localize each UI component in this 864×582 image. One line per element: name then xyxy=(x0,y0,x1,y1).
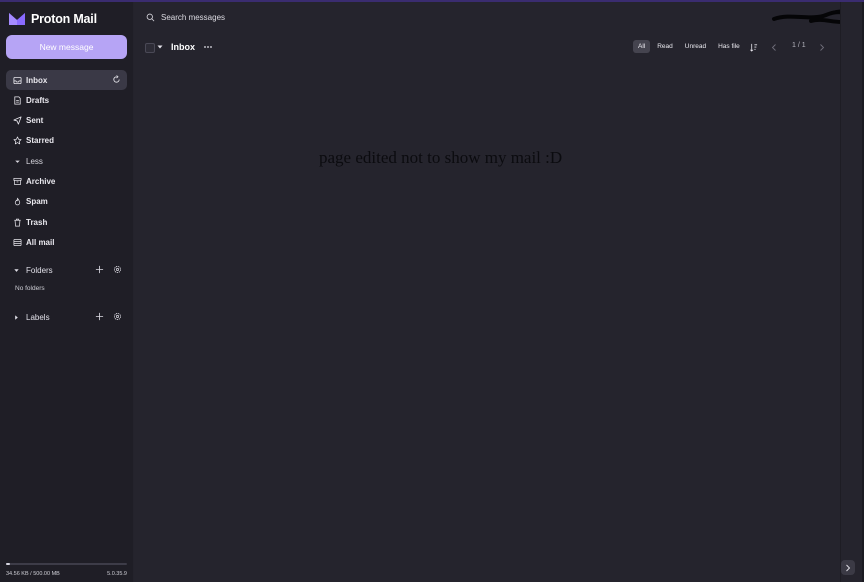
filter-buttons: All Read Unread Has file xyxy=(633,40,745,53)
new-message-button[interactable]: New message xyxy=(6,35,127,59)
filter-read[interactable]: Read xyxy=(652,40,678,53)
labels-section-header[interactable]: Labels xyxy=(6,309,127,325)
search-bar[interactable]: Search messages xyxy=(146,13,225,22)
folders-label: Folders xyxy=(26,265,53,275)
sidebar-item-sent[interactable]: Sent xyxy=(6,111,127,131)
proton-logo-icon xyxy=(9,13,25,25)
chevron-down-icon xyxy=(13,267,20,274)
gear-icon[interactable] xyxy=(113,265,122,274)
gear-icon[interactable] xyxy=(113,312,122,321)
sidebar-item-label: Drafts xyxy=(26,95,50,105)
proton-mail-logo[interactable]: Proton Mail xyxy=(8,11,97,27)
refresh-icon[interactable] xyxy=(112,75,121,84)
filter-has-file[interactable]: Has file xyxy=(713,40,745,53)
search-input[interactable]: Search messages xyxy=(161,13,225,22)
sidebar-item-label: Inbox xyxy=(26,75,48,85)
sidebar: Proton Mail New message Inbox Drafts Sen… xyxy=(0,2,133,582)
page-indicator: 1 / 1 xyxy=(792,42,806,49)
filter-all[interactable]: All xyxy=(633,40,651,53)
storage-progress-fill xyxy=(6,563,10,565)
inbox-icon xyxy=(13,76,22,85)
edit-note-text: page edited not to show my mail :D xyxy=(319,148,563,167)
search-icon xyxy=(146,13,155,22)
select-all-checkbox[interactable] xyxy=(145,43,155,53)
logo-text: Proton Mail xyxy=(31,12,97,26)
app-version[interactable]: 5.0.35.9 xyxy=(107,571,127,577)
plus-icon[interactable] xyxy=(95,312,104,321)
chevron-left-icon[interactable] xyxy=(770,43,778,52)
no-folders-text: No folders xyxy=(15,285,45,292)
more-options-icon[interactable] xyxy=(203,42,213,52)
sidebar-item-label: Starred xyxy=(26,136,55,146)
labels-label: Labels xyxy=(26,312,50,322)
page-title: Inbox xyxy=(171,42,195,52)
chevron-right-icon xyxy=(13,314,20,321)
sidebar-item-label: All mail xyxy=(26,237,55,247)
sidebar-item-trash[interactable]: Trash xyxy=(6,212,127,232)
sidebar-item-label: Trash xyxy=(26,217,48,227)
drafts-icon xyxy=(13,96,22,105)
chevron-down-icon xyxy=(13,157,22,166)
plus-icon[interactable] xyxy=(95,265,104,274)
filter-unread[interactable]: Unread xyxy=(680,40,711,53)
labels-actions xyxy=(95,312,122,321)
folders-actions xyxy=(95,265,122,274)
trash-icon xyxy=(13,218,22,227)
app-window: Proton Mail New message Inbox Drafts Sen… xyxy=(0,0,864,582)
sidebar-item-archive[interactable]: Archive xyxy=(6,171,127,191)
sidebar-item-label: Sent xyxy=(26,116,44,126)
sidebar-item-label: Less xyxy=(26,156,43,166)
main-panel: Search messages Inbox All Read Unread Ha… xyxy=(134,2,864,582)
chevron-right-icon xyxy=(846,564,851,571)
sidebar-item-label: Spam xyxy=(26,197,48,207)
sidebar-item-all-mail[interactable]: All mail xyxy=(6,232,127,252)
star-icon xyxy=(13,136,22,145)
all-mail-icon xyxy=(13,238,22,247)
chevron-right-icon[interactable] xyxy=(818,43,826,52)
fire-icon xyxy=(13,197,22,206)
sidebar-item-starred[interactable]: Starred xyxy=(6,131,127,151)
expand-sidebar-button[interactable] xyxy=(841,560,855,575)
sidebar-item-inbox[interactable]: Inbox xyxy=(6,70,127,90)
storage-progress-bar xyxy=(6,563,127,565)
message-list-toolbar: Inbox All Read Unread Has file 1 / 1 xyxy=(134,38,834,56)
sidebar-nav: Inbox Drafts Sent Starred Less Archive S… xyxy=(6,70,127,253)
sidebar-item-label: Archive xyxy=(26,176,56,186)
right-side-rail xyxy=(840,2,864,582)
caret-down-icon[interactable] xyxy=(157,45,163,49)
sidebar-item-drafts[interactable]: Drafts xyxy=(6,90,127,110)
storage-usage-text: 34.56 KB / 500.00 MB xyxy=(6,571,60,577)
sidebar-item-spam[interactable]: Spam xyxy=(6,192,127,212)
paper-plane-icon xyxy=(13,116,22,125)
archive-box-icon xyxy=(13,177,22,186)
sidebar-toggle-less[interactable]: Less xyxy=(6,151,127,171)
folders-section-header[interactable]: Folders xyxy=(6,262,127,278)
sort-icon[interactable] xyxy=(749,43,758,52)
